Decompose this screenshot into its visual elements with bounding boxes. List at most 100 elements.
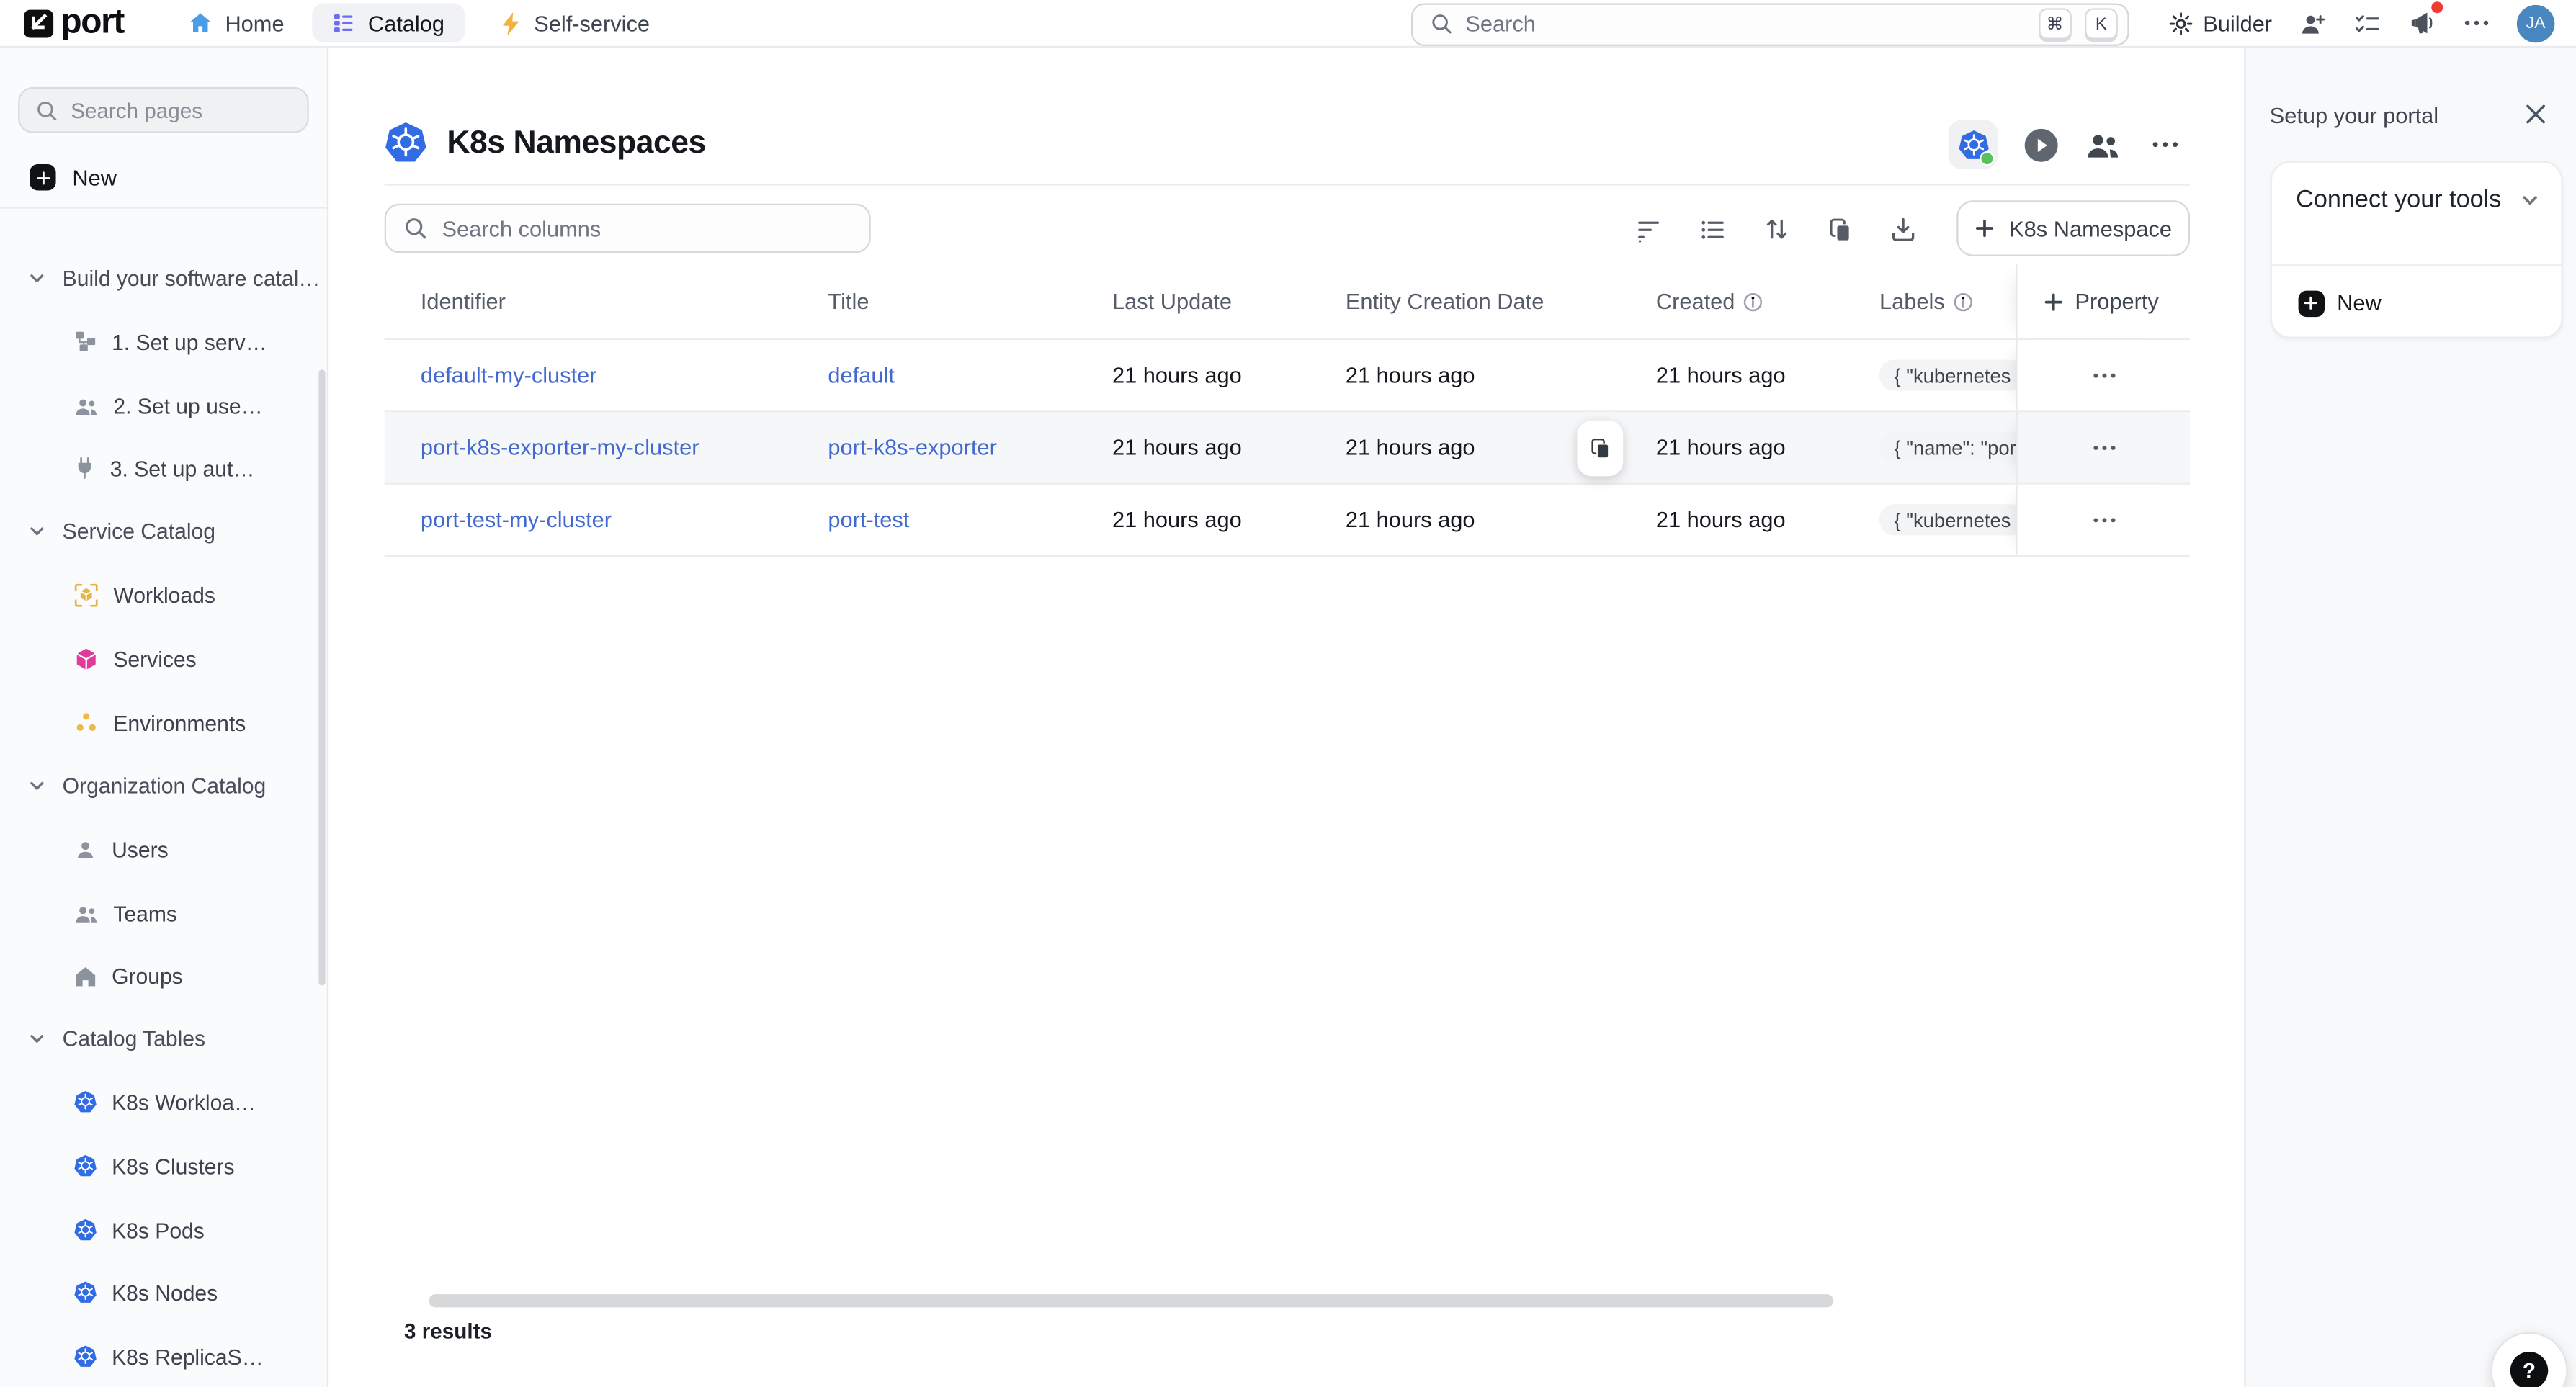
title-link[interactable]: default [828,363,894,387]
download-button[interactable] [1889,215,1918,243]
data-source-button[interactable] [1949,120,1998,169]
horizontal-scrollbar[interactable] [429,1294,1833,1307]
add-button-label: K8s Namespace [2009,216,2172,241]
page-menu-button[interactable] [2145,135,2185,154]
page-actions [1949,120,2185,169]
col-header-created[interactable]: Created [1656,289,1879,313]
sidebar-item-setup-users[interactable]: 2. Set up use… [0,374,327,438]
labels-cell: { "kubernetes [1879,504,2016,535]
results-count: 3 results [404,1319,492,1343]
col-header-labels[interactable]: Labels [1879,289,2016,313]
sidebar-item-k8s-workloads[interactable]: K8s Workloa… [0,1070,327,1134]
sidebar-item-workloads[interactable]: Workloads [0,562,327,627]
row-menu-button[interactable] [2085,511,2121,529]
sidebar-section-organization-catalog[interactable]: Organization Catalog [0,753,327,817]
sidebar-item-teams[interactable]: Teams [0,881,327,946]
sidebar-section-build[interactable]: Build your software catal… [0,246,327,310]
filter-button[interactable] [1634,216,1663,242]
add-property-button[interactable]: Property [2016,264,2190,338]
identifier-link[interactable]: port-test-my-cluster [421,508,612,532]
sidebar-item-k8s-nodes[interactable]: K8s Nodes [0,1260,327,1324]
port-logo[interactable]: port [23,0,124,46]
search-icon [36,99,58,121]
duplicate-button[interactable] [1827,216,1853,242]
row-menu-button[interactable] [2085,366,2121,385]
sidebar-section-service-catalog[interactable]: Service Catalog [0,498,327,562]
setup-card: Connect your tools New [2270,161,2562,338]
setup-new-button[interactable]: New [2271,266,2560,340]
labels-cell: { "name": "por [1879,432,2016,463]
plus-icon [1975,218,1994,238]
sidebar-item-setup-automations[interactable]: 3. Set up aut… [0,436,327,501]
announcements-button[interactable] [2408,10,2436,36]
nav-home[interactable]: Home [189,0,284,46]
more-icon [2092,372,2115,378]
house-icon [74,965,97,987]
table-row[interactable]: port-k8s-exporter-my-cluster port-k8s-ex… [385,412,2190,484]
more-icon [2092,444,2115,450]
cube-icon [74,646,99,670]
more-options-button[interactable] [2464,19,2489,26]
labels-chip[interactable]: { "kubernetes [1879,504,2016,535]
col-header-identifier[interactable]: Identifier [385,289,828,313]
sidebar-item-label: Groups [112,964,183,988]
title-link[interactable]: port-k8s-exporter [828,435,996,459]
sidebar-item-k8s-replicasets[interactable]: K8s ReplicaS… [0,1324,327,1387]
labels-chip[interactable]: { "kubernetes [1879,359,2016,390]
sidebar-section-catalog-tables[interactable]: Catalog Tables [0,1006,327,1070]
copy-icon [1588,437,1611,460]
sidebar-item-environments[interactable]: Environments [0,691,327,755]
shortcut-cmd-key: ⌘ [2038,8,2072,39]
search-columns-input[interactable]: Search columns [385,204,871,253]
sidebar-item-k8s-clusters[interactable]: K8s Clusters [0,1134,327,1198]
kubernetes-icon [74,1345,97,1368]
row-menu-button[interactable] [2085,438,2121,457]
info-icon [1743,292,1763,311]
run-action-button[interactable] [2022,125,2060,163]
sidebar-item-label: K8s Clusters [112,1154,235,1178]
add-property-label: Property [2075,289,2158,313]
user-avatar[interactable]: JA [2517,4,2554,42]
global-search-input[interactable]: Search ⌘ K [1411,2,2129,45]
col-header-title[interactable]: Title [828,289,1112,313]
labels-chip[interactable]: { "name": "por [1879,432,2016,463]
table-row[interactable]: default-my-cluster default 21 hours ago … [385,340,2190,412]
connect-tools-toggle[interactable]: Connect your tools [2271,163,2560,266]
sidebar-item-users[interactable]: Users [0,817,327,881]
sidebar-item-label: Teams [113,901,177,925]
close-icon[interactable] [2525,104,2546,125]
sidebar-item-groups[interactable]: Groups [0,943,327,1007]
table-header-row: Identifier Title Last Update Entity Crea… [385,264,2190,340]
audience-button[interactable] [2085,129,2121,160]
col-header-entity-creation-date[interactable]: Entity Creation Date [1346,289,1656,313]
identifier-link[interactable]: default-my-cluster [421,363,597,387]
add-k8s-namespace-button[interactable]: K8s Namespace [1956,200,2190,256]
people-icon [74,395,99,416]
group-by-button[interactable] [1699,216,1727,242]
col-header-last-update[interactable]: Last Update [1112,289,1346,313]
dots-cluster-icon [74,712,99,735]
table-row[interactable]: port-test-my-cluster port-test 21 hours … [385,485,2190,557]
nav-catalog[interactable]: Catalog [312,4,464,43]
builder-button[interactable]: Builder [2168,11,2272,35]
plus-icon [30,164,55,190]
logo-text: port [61,4,124,43]
download-icon [1889,215,1918,243]
tasks-button[interactable] [2354,11,2380,35]
sort-button[interactable] [1763,215,1791,243]
title-link[interactable]: port-test [828,508,909,532]
sidebar-item-k8s-pods[interactable]: K8s Pods [0,1198,327,1262]
sidebar-item-setup-service[interactable]: 1. Set up serv… [0,310,327,374]
sidebar-new-button[interactable]: New [18,153,309,202]
copy-cell-button[interactable] [1577,421,1623,477]
chevron-down-icon [28,776,46,794]
sidebar-item-services[interactable]: Services [0,627,327,691]
copy-icon [1827,216,1853,242]
sidebar-item-label: K8s Pods [112,1218,205,1242]
invite-users-button[interactable] [2300,11,2326,35]
sidebar-scrollbar[interactable] [318,369,325,985]
sidebar-search-input[interactable]: Search pages [18,87,309,133]
nav-self-service[interactable]: Self-service [501,0,650,46]
nav-home-label: Home [225,11,284,35]
identifier-link[interactable]: port-k8s-exporter-my-cluster [421,435,699,459]
